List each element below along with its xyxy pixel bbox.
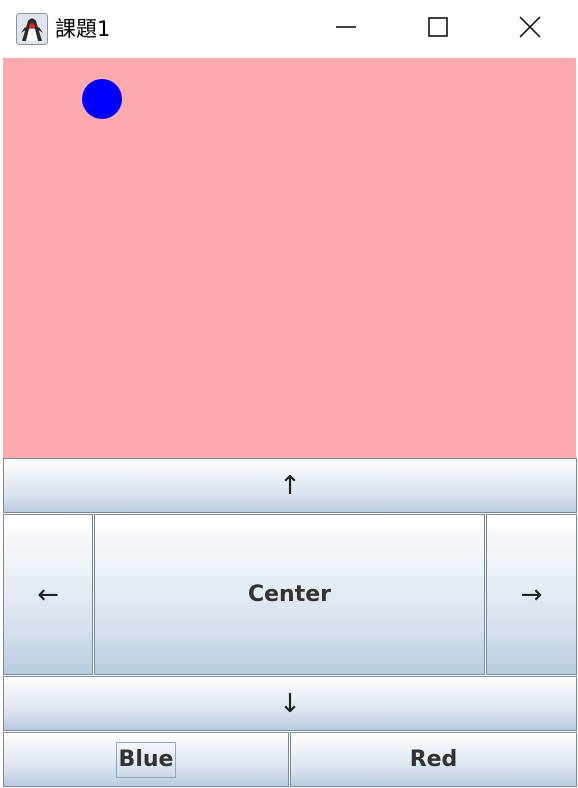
maximize-icon	[428, 17, 448, 41]
ball	[82, 79, 122, 119]
red-button-label: Red	[409, 747, 458, 772]
close-button[interactable]	[484, 0, 576, 58]
left-arrow-icon: ←	[37, 579, 59, 610]
minimize-button[interactable]	[300, 0, 392, 58]
down-arrow-icon: ↓	[279, 688, 301, 719]
right-button[interactable]: →	[486, 514, 577, 675]
center-button-label: Center	[247, 582, 331, 607]
app-window: 課題1 ↑ ← Center → ↓ Blue Red	[0, 0, 578, 788]
up-arrow-icon: ↑	[279, 470, 301, 501]
center-button[interactable]: Center	[94, 514, 485, 675]
drawing-canvas	[3, 58, 576, 458]
blue-button[interactable]: Blue	[3, 732, 289, 787]
close-icon	[519, 16, 541, 42]
up-button[interactable]: ↑	[3, 458, 577, 513]
window-title: 課題1	[55, 17, 111, 41]
java-duke-icon	[16, 13, 48, 45]
minimize-icon	[336, 17, 356, 41]
down-button[interactable]: ↓	[3, 676, 577, 731]
blue-button-label: Blue	[115, 741, 177, 778]
maximize-button[interactable]	[392, 0, 484, 58]
red-button[interactable]: Red	[290, 732, 577, 787]
right-arrow-icon: →	[520, 579, 543, 610]
title-bar[interactable]: 課題1	[0, 0, 578, 58]
left-button[interactable]: ←	[3, 514, 93, 675]
